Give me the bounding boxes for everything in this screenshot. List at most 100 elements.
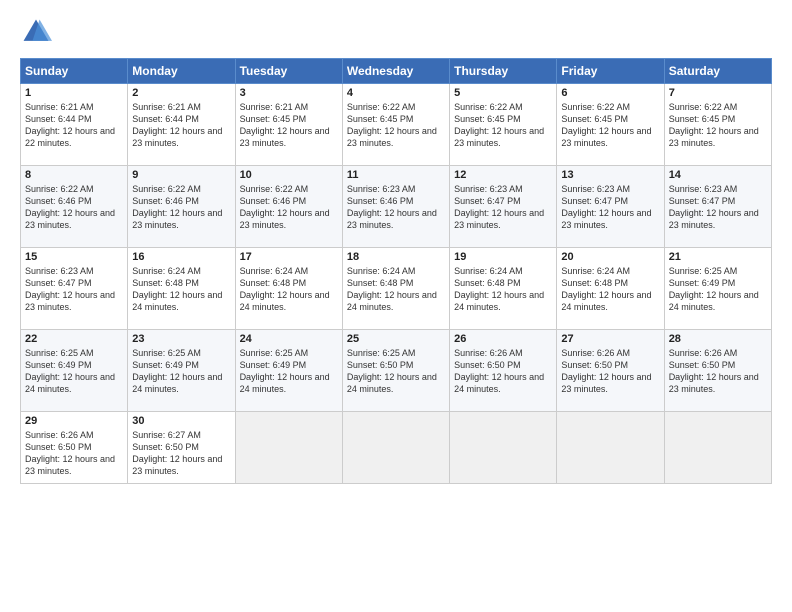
day-number: 3: [240, 87, 338, 99]
calendar-week-1: 1 Sunrise: 6:21 AM Sunset: 6:44 PM Dayli…: [21, 84, 772, 166]
calendar-header-row: SundayMondayTuesdayWednesdayThursdayFrid…: [21, 59, 772, 84]
calendar-cell: 21 Sunrise: 6:25 AM Sunset: 6:49 PM Dayl…: [664, 248, 771, 330]
calendar-cell: 5 Sunrise: 6:22 AM Sunset: 6:45 PM Dayli…: [450, 84, 557, 166]
cell-info: Sunrise: 6:22 AM Sunset: 6:45 PM Dayligh…: [347, 101, 445, 150]
cell-info: Sunrise: 6:23 AM Sunset: 6:47 PM Dayligh…: [561, 183, 659, 232]
calendar-week-5: 29 Sunrise: 6:26 AM Sunset: 6:50 PM Dayl…: [21, 412, 772, 484]
day-number: 17: [240, 251, 338, 263]
day-number: 20: [561, 251, 659, 263]
day-number: 19: [454, 251, 552, 263]
cell-info: Sunrise: 6:21 AM Sunset: 6:44 PM Dayligh…: [25, 101, 123, 150]
day-number: 28: [669, 333, 767, 345]
cell-info: Sunrise: 6:24 AM Sunset: 6:48 PM Dayligh…: [240, 265, 338, 314]
calendar-cell: 30 Sunrise: 6:27 AM Sunset: 6:50 PM Dayl…: [128, 412, 235, 484]
cell-info: Sunrise: 6:21 AM Sunset: 6:44 PM Dayligh…: [132, 101, 230, 150]
calendar-cell: 16 Sunrise: 6:24 AM Sunset: 6:48 PM Dayl…: [128, 248, 235, 330]
day-number: 22: [25, 333, 123, 345]
day-number: 26: [454, 333, 552, 345]
calendar-cell: 19 Sunrise: 6:24 AM Sunset: 6:48 PM Dayl…: [450, 248, 557, 330]
calendar-table: SundayMondayTuesdayWednesdayThursdayFrid…: [20, 58, 772, 484]
calendar-cell: 12 Sunrise: 6:23 AM Sunset: 6:47 PM Dayl…: [450, 166, 557, 248]
calendar-cell: [664, 412, 771, 484]
calendar-cell: 18 Sunrise: 6:24 AM Sunset: 6:48 PM Dayl…: [342, 248, 449, 330]
calendar-cell: [342, 412, 449, 484]
calendar-header-tuesday: Tuesday: [235, 59, 342, 84]
cell-info: Sunrise: 6:22 AM Sunset: 6:45 PM Dayligh…: [454, 101, 552, 150]
day-number: 24: [240, 333, 338, 345]
calendar-cell: 14 Sunrise: 6:23 AM Sunset: 6:47 PM Dayl…: [664, 166, 771, 248]
calendar-cell: 27 Sunrise: 6:26 AM Sunset: 6:50 PM Dayl…: [557, 330, 664, 412]
cell-info: Sunrise: 6:25 AM Sunset: 6:49 PM Dayligh…: [25, 347, 123, 396]
day-number: 15: [25, 251, 123, 263]
cell-info: Sunrise: 6:23 AM Sunset: 6:46 PM Dayligh…: [347, 183, 445, 232]
cell-info: Sunrise: 6:22 AM Sunset: 6:45 PM Dayligh…: [561, 101, 659, 150]
day-number: 21: [669, 251, 767, 263]
day-number: 7: [669, 87, 767, 99]
calendar-cell: 7 Sunrise: 6:22 AM Sunset: 6:45 PM Dayli…: [664, 84, 771, 166]
calendar-cell: 11 Sunrise: 6:23 AM Sunset: 6:46 PM Dayl…: [342, 166, 449, 248]
calendar-cell: 26 Sunrise: 6:26 AM Sunset: 6:50 PM Dayl…: [450, 330, 557, 412]
day-number: 12: [454, 169, 552, 181]
day-number: 1: [25, 87, 123, 99]
calendar-header-monday: Monday: [128, 59, 235, 84]
calendar-cell: 2 Sunrise: 6:21 AM Sunset: 6:44 PM Dayli…: [128, 84, 235, 166]
calendar-cell: 4 Sunrise: 6:22 AM Sunset: 6:45 PM Dayli…: [342, 84, 449, 166]
cell-info: Sunrise: 6:23 AM Sunset: 6:47 PM Dayligh…: [669, 183, 767, 232]
day-number: 6: [561, 87, 659, 99]
cell-info: Sunrise: 6:27 AM Sunset: 6:50 PM Dayligh…: [132, 429, 230, 478]
day-number: 10: [240, 169, 338, 181]
cell-info: Sunrise: 6:22 AM Sunset: 6:46 PM Dayligh…: [132, 183, 230, 232]
calendar-cell: 8 Sunrise: 6:22 AM Sunset: 6:46 PM Dayli…: [21, 166, 128, 248]
calendar-header-saturday: Saturday: [664, 59, 771, 84]
calendar-cell: 23 Sunrise: 6:25 AM Sunset: 6:49 PM Dayl…: [128, 330, 235, 412]
calendar-header-wednesday: Wednesday: [342, 59, 449, 84]
calendar-cell: 9 Sunrise: 6:22 AM Sunset: 6:46 PM Dayli…: [128, 166, 235, 248]
cell-info: Sunrise: 6:26 AM Sunset: 6:50 PM Dayligh…: [25, 429, 123, 478]
day-number: 27: [561, 333, 659, 345]
day-number: 29: [25, 415, 123, 427]
calendar-header-thursday: Thursday: [450, 59, 557, 84]
day-number: 11: [347, 169, 445, 181]
cell-info: Sunrise: 6:22 AM Sunset: 6:45 PM Dayligh…: [669, 101, 767, 150]
calendar-cell: [557, 412, 664, 484]
day-number: 16: [132, 251, 230, 263]
day-number: 9: [132, 169, 230, 181]
day-number: 18: [347, 251, 445, 263]
calendar-cell: [450, 412, 557, 484]
calendar-cell: 17 Sunrise: 6:24 AM Sunset: 6:48 PM Dayl…: [235, 248, 342, 330]
calendar-header-sunday: Sunday: [21, 59, 128, 84]
calendar-cell: 29 Sunrise: 6:26 AM Sunset: 6:50 PM Dayl…: [21, 412, 128, 484]
calendar-cell: 20 Sunrise: 6:24 AM Sunset: 6:48 PM Dayl…: [557, 248, 664, 330]
cell-info: Sunrise: 6:26 AM Sunset: 6:50 PM Dayligh…: [561, 347, 659, 396]
day-number: 14: [669, 169, 767, 181]
cell-info: Sunrise: 6:22 AM Sunset: 6:46 PM Dayligh…: [25, 183, 123, 232]
cell-info: Sunrise: 6:24 AM Sunset: 6:48 PM Dayligh…: [454, 265, 552, 314]
calendar-cell: 3 Sunrise: 6:21 AM Sunset: 6:45 PM Dayli…: [235, 84, 342, 166]
calendar-cell: [235, 412, 342, 484]
calendar-week-2: 8 Sunrise: 6:22 AM Sunset: 6:46 PM Dayli…: [21, 166, 772, 248]
cell-info: Sunrise: 6:25 AM Sunset: 6:49 PM Dayligh…: [669, 265, 767, 314]
calendar-cell: 10 Sunrise: 6:22 AM Sunset: 6:46 PM Dayl…: [235, 166, 342, 248]
calendar-week-3: 15 Sunrise: 6:23 AM Sunset: 6:47 PM Dayl…: [21, 248, 772, 330]
page: SundayMondayTuesdayWednesdayThursdayFrid…: [0, 0, 792, 612]
calendar-header-friday: Friday: [557, 59, 664, 84]
calendar-cell: 22 Sunrise: 6:25 AM Sunset: 6:49 PM Dayl…: [21, 330, 128, 412]
calendar-cell: 28 Sunrise: 6:26 AM Sunset: 6:50 PM Dayl…: [664, 330, 771, 412]
cell-info: Sunrise: 6:21 AM Sunset: 6:45 PM Dayligh…: [240, 101, 338, 150]
calendar-cell: 6 Sunrise: 6:22 AM Sunset: 6:45 PM Dayli…: [557, 84, 664, 166]
day-number: 5: [454, 87, 552, 99]
cell-info: Sunrise: 6:23 AM Sunset: 6:47 PM Dayligh…: [454, 183, 552, 232]
logo-icon: [20, 16, 52, 48]
cell-info: Sunrise: 6:25 AM Sunset: 6:49 PM Dayligh…: [240, 347, 338, 396]
cell-info: Sunrise: 6:22 AM Sunset: 6:46 PM Dayligh…: [240, 183, 338, 232]
day-number: 13: [561, 169, 659, 181]
cell-info: Sunrise: 6:24 AM Sunset: 6:48 PM Dayligh…: [561, 265, 659, 314]
calendar-cell: 25 Sunrise: 6:25 AM Sunset: 6:50 PM Dayl…: [342, 330, 449, 412]
day-number: 23: [132, 333, 230, 345]
header: [20, 16, 772, 48]
day-number: 2: [132, 87, 230, 99]
cell-info: Sunrise: 6:26 AM Sunset: 6:50 PM Dayligh…: [454, 347, 552, 396]
day-number: 25: [347, 333, 445, 345]
calendar-cell: 24 Sunrise: 6:25 AM Sunset: 6:49 PM Dayl…: [235, 330, 342, 412]
cell-info: Sunrise: 6:23 AM Sunset: 6:47 PM Dayligh…: [25, 265, 123, 314]
